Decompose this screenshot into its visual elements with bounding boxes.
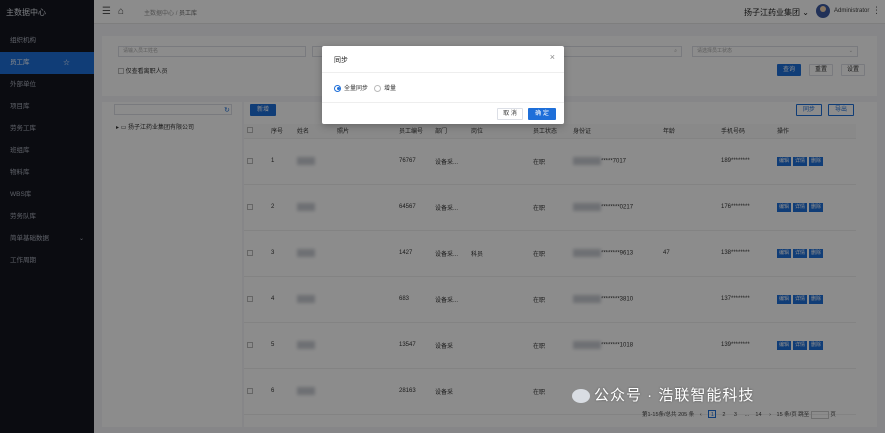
radio-full-sync[interactable]: 全量同步 — [334, 83, 368, 92]
sync-dialog: 同步 × 全量同步 增量 取 消 确 定 — [322, 46, 564, 124]
watermark: 公众号 · 浩联智能科技 — [572, 384, 754, 405]
wechat-icon — [572, 389, 590, 404]
radio-checked-icon[interactable] — [334, 84, 341, 92]
ok-button[interactable]: 确 定 — [528, 108, 556, 120]
divider — [322, 72, 564, 73]
close-icon[interactable]: × — [550, 52, 555, 62]
watermark-text: 公众号 · 浩联智能科技 — [594, 387, 755, 404]
radio-label: 增量 — [384, 86, 397, 92]
divider — [322, 102, 564, 103]
radio-unchecked-icon[interactable] — [374, 84, 381, 92]
cancel-button[interactable]: 取 消 — [497, 108, 523, 120]
radio-label: 全量同步 — [344, 86, 369, 92]
dialog-title: 同步 — [334, 57, 348, 64]
radio-incremental-sync[interactable]: 增量 — [374, 83, 396, 92]
